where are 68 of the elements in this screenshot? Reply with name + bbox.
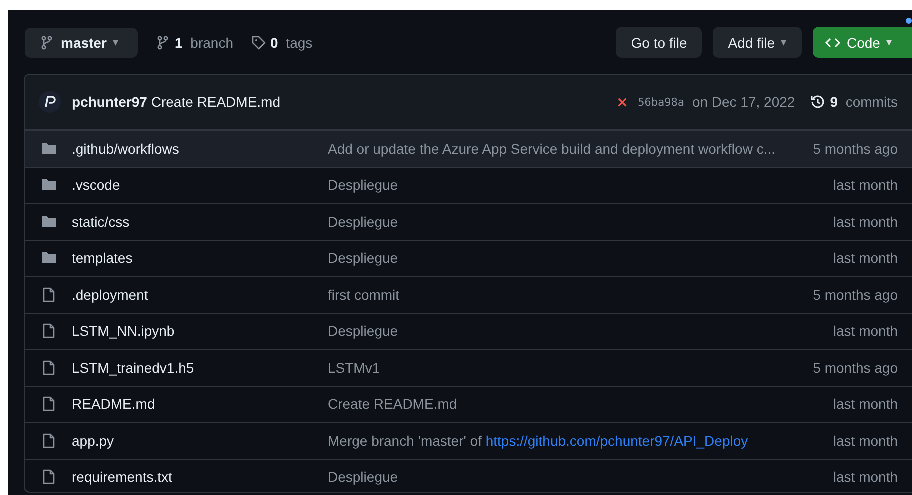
folder-icon: [41, 250, 57, 266]
failed-status-icon[interactable]: [617, 96, 628, 108]
file-icon: [41, 360, 57, 376]
file-name[interactable]: README.md: [72, 396, 328, 412]
go-to-file-button[interactable]: Go to file: [616, 27, 702, 58]
commit-age: 5 months ago: [813, 286, 898, 303]
branch-icon: [39, 34, 55, 50]
file-row[interactable]: .vscode Despliegue last month: [25, 166, 912, 203]
file-name[interactable]: .vscode: [72, 177, 328, 194]
file-icon: [41, 469, 57, 486]
commit-date: on Dec 17, 2022: [692, 94, 796, 110]
code-button[interactable]: Code ▾: [813, 27, 912, 58]
folder-icon: [41, 214, 57, 230]
branches-link[interactable]: 1 branch: [155, 34, 234, 50]
branch-icon: [155, 34, 171, 50]
file-icon: [41, 432, 57, 449]
add-file-button[interactable]: Add file ▾: [713, 27, 802, 58]
file-row[interactable]: app.py Merge branch 'master' of https://github.com/pchunter97/API_Deploy last month: [25, 422, 912, 458]
commit-age: last month: [833, 396, 898, 412]
commit-age: last month: [833, 214, 898, 230]
tag-icon: [250, 34, 266, 50]
file-icon: [41, 396, 57, 412]
commit-message: Despliegue: [328, 250, 400, 266]
commit-age: 5 months ago: [813, 360, 898, 376]
file-row[interactable]: static/css Despliegue last month: [25, 203, 912, 240]
file-row[interactable]: LSTM_NN.ipynb Despliegue last month: [25, 312, 912, 349]
tags-link[interactable]: 0 tags: [250, 34, 313, 50]
commit-message: Merge branch 'master' of https://github.com/pchunter97/API_Deploy: [328, 432, 750, 449]
commit-message: Despliegue: [328, 177, 400, 194]
folder-icon: [41, 140, 57, 157]
commit-message: first commit: [328, 286, 401, 303]
commit-message: Despliegue: [328, 214, 400, 230]
file-name[interactable]: templates: [72, 250, 328, 266]
file-icon: [41, 323, 57, 340]
file-icon: [41, 286, 57, 303]
commit-message: Add or update the Azure App Service build and deployment workflow c...: [328, 140, 776, 157]
commit-message: Despliegue: [328, 469, 400, 486]
file-row[interactable]: README.md Create README.md last month: [25, 386, 912, 422]
commit-age: 5 months ago: [813, 140, 898, 157]
commit-message: Despliegue: [328, 323, 400, 340]
file-name[interactable]: .github/workflows: [72, 140, 328, 157]
commit-age: last month: [833, 432, 898, 449]
file-row[interactable]: LSTM_trainedv1.h5 LSTMv1 5 months ago: [25, 349, 912, 386]
commit-message: Create README.md: [328, 396, 458, 412]
file-row[interactable]: requirements.txt Despliegue last month: [25, 458, 912, 495]
commits-link[interactable]: 9 commits: [810, 94, 898, 110]
file-row[interactable]: .github/workflows Add or update the Azure App Service build and deployment workflow c... 5 months ago: [25, 130, 912, 166]
file-name[interactable]: requirements.txt: [72, 469, 328, 486]
file-row[interactable]: .deployment first commit 5 months ago: [25, 276, 912, 312]
notification-dot: [906, 18, 912, 24]
commit-age: last month: [833, 323, 898, 340]
branch-dropdown[interactable]: master ▾: [25, 28, 138, 58]
commit-age: last month: [833, 250, 898, 266]
commit-sha[interactable]: 56ba98a: [638, 96, 684, 108]
avatar-icon: [39, 91, 61, 113]
file-name[interactable]: LSTM_trainedv1.h5: [72, 360, 328, 376]
commit-age: last month: [833, 177, 898, 194]
latest-commit-message: pchunter97 Create README.md: [72, 94, 281, 110]
commit-age: last month: [833, 469, 898, 486]
file-name[interactable]: LSTM_NN.ipynb: [72, 323, 328, 340]
folder-icon: [41, 177, 57, 194]
file-name[interactable]: static/css: [72, 214, 328, 230]
commit-message: LSTMv1: [328, 360, 382, 376]
commit-link[interactable]: https://github.com/pchunter97/API_Deploy: [486, 432, 748, 449]
file-name[interactable]: app.py: [72, 432, 328, 449]
file-name[interactable]: .deployment: [72, 286, 328, 303]
file-row[interactable]: templates Despliegue last month: [25, 240, 912, 276]
history-icon: [810, 94, 826, 110]
